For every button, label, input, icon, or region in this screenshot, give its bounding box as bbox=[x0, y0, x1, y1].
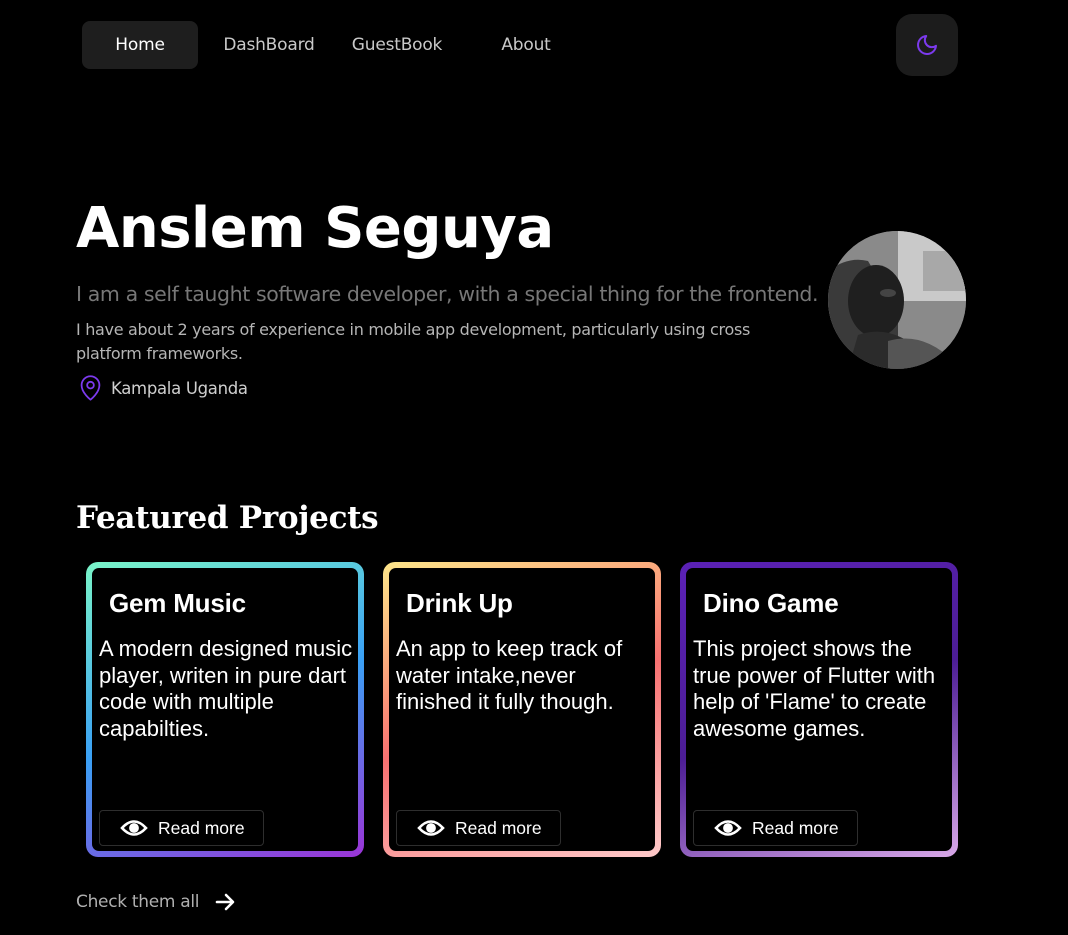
project-card-gem-music[interactable]: Gem Music A modern designed music player… bbox=[86, 562, 364, 857]
read-more-button[interactable]: Read more bbox=[396, 810, 561, 846]
hero-bio: I have about 2 years of experience in mo… bbox=[76, 320, 751, 363]
project-card-drink-up[interactable]: Drink Up An app to keep track of water i… bbox=[383, 562, 661, 857]
read-more-button[interactable]: Read more bbox=[99, 810, 264, 846]
avatar-photo bbox=[828, 231, 966, 369]
read-more-label: Read more bbox=[455, 817, 542, 838]
nav-item-home[interactable]: Home bbox=[82, 21, 198, 69]
theme-toggle-button[interactable] bbox=[896, 14, 958, 76]
project-card-dino-game[interactable]: Dino Game This project shows the true po… bbox=[680, 562, 958, 857]
read-more-button[interactable]: Read more bbox=[693, 810, 858, 846]
project-description: This project shows the true power of Flu… bbox=[693, 636, 936, 741]
hero-name: Anslem Seguya bbox=[76, 196, 554, 261]
check-them-all-label: Check them all bbox=[76, 892, 200, 912]
project-description: An app to keep track of water intake,nev… bbox=[396, 636, 623, 714]
location-label: Kampala Uganda bbox=[111, 379, 248, 398]
nav-item-dashboard[interactable]: DashBoard bbox=[220, 21, 318, 69]
nav-item-guestbook[interactable]: GuestBook bbox=[348, 21, 446, 69]
top-nav: Home DashBoard GuestBook About bbox=[0, 0, 1068, 90]
location-pin-icon bbox=[80, 375, 101, 401]
moon-icon bbox=[917, 35, 937, 55]
project-title: Gem Music bbox=[109, 588, 246, 618]
check-them-all-link[interactable]: Check them all bbox=[76, 890, 237, 914]
project-title: Drink Up bbox=[406, 588, 513, 618]
arrow-right-icon bbox=[215, 893, 235, 911]
eye-icon bbox=[417, 820, 445, 836]
eye-icon bbox=[714, 820, 742, 836]
read-more-label: Read more bbox=[752, 817, 839, 838]
featured-projects-title: Featured Projects bbox=[76, 500, 379, 536]
avatar bbox=[828, 231, 966, 369]
read-more-label: Read more bbox=[158, 817, 245, 838]
eye-icon bbox=[120, 820, 148, 836]
location: Kampala Uganda bbox=[77, 374, 248, 403]
project-description: A modern designed music player, writen i… bbox=[99, 636, 353, 741]
hero-tagline: I am a self taught software developer, w… bbox=[76, 282, 819, 306]
nav-item-about[interactable]: About bbox=[490, 21, 562, 69]
project-title: Dino Game bbox=[703, 588, 839, 618]
